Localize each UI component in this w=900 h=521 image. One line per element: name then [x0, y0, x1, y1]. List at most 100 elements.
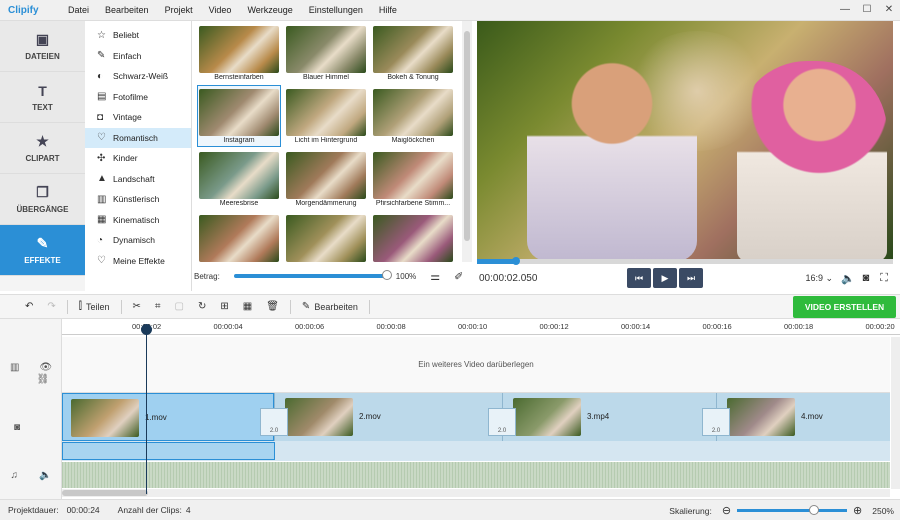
- effect-thumbnail[interactable]: Pfirsichfarbene Stimm...: [372, 149, 454, 209]
- video-clip[interactable]: 4.mov: [716, 393, 890, 441]
- transition-marker[interactable]: 2.0: [702, 408, 730, 436]
- tab-dateien[interactable]: ▣ DATEIEN: [0, 21, 85, 72]
- effect-thumbnail[interactable]: [285, 212, 367, 262]
- split-button[interactable]: ⫿ Teilen: [72, 301, 117, 312]
- clip-thumbnail: [71, 399, 139, 437]
- zoom-icon[interactable]: ⊞: [213, 301, 235, 312]
- category-item[interactable]: ☆ Beliebt: [85, 25, 191, 46]
- stop-icon[interactable]: ▢: [168, 301, 191, 312]
- strength-slider[interactable]: [233, 270, 392, 280]
- effect-strength: Betrag: 100% ⚌ ✐: [194, 265, 474, 287]
- strength-knob[interactable]: [381, 270, 392, 280]
- video-clip[interactable]: 3.mp4: [502, 393, 716, 441]
- minimize-icon[interactable]: —: [834, 0, 856, 20]
- transition-marker[interactable]: 2.0: [260, 408, 288, 436]
- crop-icon[interactable]: ⌗: [148, 301, 168, 312]
- tab-text[interactable]: T TEXT: [0, 72, 85, 123]
- effect-thumbnail[interactable]: Instagram: [197, 85, 281, 147]
- fullscreen-icon[interactable]: ⛶: [875, 272, 893, 285]
- menu-item-3[interactable]: Video: [201, 5, 240, 15]
- category-item[interactable]: ◘ Vintage: [85, 107, 191, 128]
- duration-value: 00:00:24: [66, 505, 100, 515]
- effect-preview-image: [199, 215, 279, 262]
- category-item[interactable]: ♡ Romantisch: [85, 127, 191, 148]
- export-video-button[interactable]: VIDEO ERSTELLEN: [793, 296, 896, 318]
- tab-effekte[interactable]: ✎ EFFEKTE: [0, 225, 85, 276]
- category-item[interactable]: ▦ Kinematisch: [85, 210, 191, 231]
- ruler-tick: 00:00:12: [539, 322, 569, 331]
- category-item[interactable]: ✎ Einfach: [85, 46, 191, 67]
- category-item[interactable]: ◔ Dynamisch: [85, 230, 191, 251]
- overlay-track[interactable]: Ein weiteres Video darüberlegen: [62, 337, 890, 393]
- timeline-ruler[interactable]: 00:00:0200:00:0400:00:0600:00:0800:00:10…: [62, 319, 900, 335]
- category-item[interactable]: ▥ Künstlerisch: [85, 189, 191, 210]
- adjust-icon[interactable]: ⚌: [430, 270, 440, 283]
- effect-thumbnail[interactable]: Meeresbrise: [198, 149, 280, 209]
- brush-icon[interactable]: ✐: [454, 270, 463, 283]
- effect-track[interactable]: [62, 441, 890, 461]
- effect-thumbnail[interactable]: Bokeh & Tonung: [372, 23, 454, 83]
- effect-label: Blauer Himmel: [303, 74, 349, 81]
- category-item[interactable]: ◐ Schwarz-Weiß: [85, 66, 191, 87]
- timeline-hscroll[interactable]: [62, 489, 890, 497]
- effect-thumbnail[interactable]: Blauer Himmel: [285, 23, 367, 83]
- category-item[interactable]: ♡ Meine Effekte: [85, 251, 191, 272]
- undo-icon[interactable]: ↶: [18, 301, 40, 312]
- next-frame-button[interactable]: ⏭: [679, 268, 703, 288]
- effect-thumbnail[interactable]: [372, 212, 454, 262]
- preview-progress-bar[interactable]: [477, 257, 893, 265]
- clip-thumbnail: [285, 398, 353, 436]
- aspect-ratio-select[interactable]: 16:9 ⌄: [805, 273, 833, 284]
- video-track[interactable]: 1.mov 2.mov 2.0 3.mp4 2.0 4.mov 2.0: [62, 393, 890, 441]
- effect-preview-image: [199, 89, 279, 136]
- video-clip[interactable]: 2.mov: [274, 393, 502, 441]
- category-item[interactable]: ✣ Kinder: [85, 148, 191, 169]
- add-frame-icon[interactable]: ▦: [236, 301, 259, 312]
- tab-clipart[interactable]: ★ CLIPART: [0, 123, 85, 174]
- effect-label: Maiglöckchen: [391, 137, 435, 144]
- delete-icon[interactable]: 🗑: [259, 301, 286, 312]
- camera-icon: ◘: [97, 111, 104, 123]
- snapshot-icon[interactable]: ◙: [857, 272, 875, 284]
- play-button[interactable]: ▶: [653, 268, 677, 288]
- previous-frame-button[interactable]: ⏮: [627, 268, 651, 288]
- transition-marker[interactable]: 2.0: [488, 408, 516, 436]
- speaker-icon[interactable]: 🔈: [39, 470, 51, 481]
- category-item[interactable]: ▲ Landschaft: [85, 169, 191, 190]
- video-preview[interactable]: [477, 21, 893, 259]
- effects-scrollbar[interactable]: [462, 21, 472, 262]
- menu-item-1[interactable]: Bearbeiten: [97, 5, 157, 15]
- effect-thumbnail[interactable]: Licht im Hintergrund: [285, 86, 367, 146]
- zoom-in-icon[interactable]: ⊕: [853, 504, 862, 517]
- video-clip[interactable]: 1.mov: [62, 393, 274, 441]
- rotate-icon[interactable]: ↻: [191, 301, 213, 312]
- effect-thumbnail[interactable]: [198, 212, 280, 262]
- category-item[interactable]: ▤ Fotofilme: [85, 87, 191, 108]
- cut-icon[interactable]: ✂: [126, 301, 148, 312]
- zoom-slider[interactable]: [737, 505, 848, 515]
- volume-icon[interactable]: 🔈: [839, 272, 857, 285]
- menu-item-5[interactable]: Einstellungen: [301, 5, 371, 15]
- menu-item-2[interactable]: Projekt: [157, 5, 201, 15]
- menu-item-4[interactable]: Werkzeuge: [239, 5, 300, 15]
- effect-label: Bernsteinfarben: [214, 74, 264, 81]
- tab-übergänge[interactable]: ❐ ÜBERGÄNGE: [0, 174, 85, 225]
- timeline-vscroll[interactable]: [891, 337, 900, 489]
- menu-item-0[interactable]: Datei: [60, 5, 97, 15]
- maximize-icon[interactable]: ☐: [856, 0, 878, 20]
- zoom-out-icon[interactable]: ⊖: [722, 504, 731, 517]
- edit-button[interactable]: ✎ Bearbeiten: [295, 301, 365, 312]
- link-icon[interactable]: ⛓: [37, 374, 50, 385]
- playhead[interactable]: [141, 324, 152, 494]
- category-label: Kinder: [113, 153, 138, 164]
- redo-icon[interactable]: ↷: [40, 301, 62, 312]
- effect-thumbnail[interactable]: Maiglöckchen: [372, 86, 454, 146]
- applied-effect-region[interactable]: [62, 442, 275, 460]
- menu-item-6[interactable]: Hilfe: [371, 5, 405, 15]
- effect-thumbnail[interactable]: Bernsteinfarben: [198, 23, 280, 83]
- close-icon[interactable]: ✕: [878, 0, 900, 20]
- clip-count-value: 4: [185, 505, 191, 515]
- effect-label: Morgendämmerung: [295, 200, 357, 207]
- effect-thumbnail[interactable]: Morgendämmerung: [285, 149, 367, 209]
- audio-track[interactable]: [62, 462, 890, 488]
